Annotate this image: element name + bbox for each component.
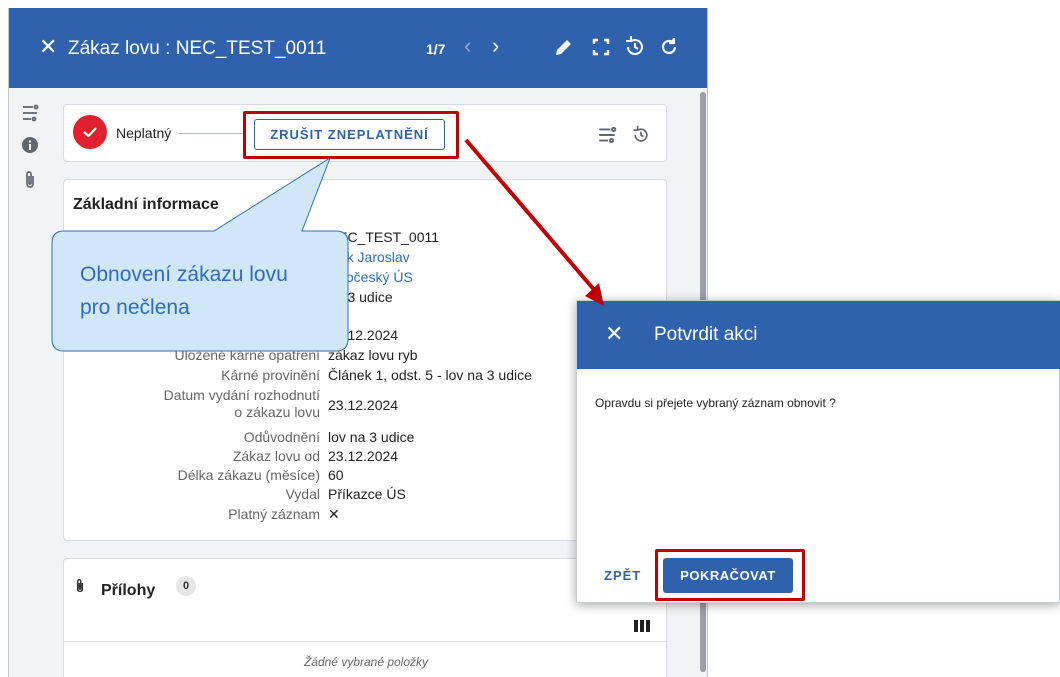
info-value: Příkazce ÚS — [328, 486, 406, 502]
info-label: Datum vydání rozhodnutí o zákazu lovu — [163, 387, 320, 420]
info-label: Délka zákazu (měsíce) — [177, 467, 320, 483]
confirm-dialog: ✕ Potvrdit akci Opravdu si přejete vybra… — [576, 300, 1060, 603]
info-value: 23.12.2024 — [328, 397, 399, 413]
callout-text: Obnovení zákazu lovu pro nečlena — [80, 258, 340, 324]
dialog-header: ✕ Potvrdit akci — [577, 301, 1060, 369]
info-label: Uložené kárné opatření — [174, 347, 320, 363]
history-icon[interactable] — [631, 125, 651, 145]
dialog-message: Opravdu si přejete vybraný záznam obnovi… — [595, 396, 836, 410]
workflow-icon[interactable] — [21, 104, 39, 122]
invalid-flag-icon: ✕ — [328, 506, 340, 522]
record-header: ✕ Zákaz lovu : NEC_TEST_0011 1/7 ‹ › — [9, 8, 707, 88]
status-indicator — [73, 115, 107, 149]
paperclip-icon[interactable] — [21, 170, 39, 188]
info-value: lov na 3 udice — [328, 429, 415, 445]
dialog-title: Potvrdit akci — [654, 324, 758, 345]
workflow-icon[interactable] — [597, 125, 617, 145]
close-icon[interactable]: ✕ — [39, 36, 57, 58]
status-connector — [178, 133, 242, 134]
side-rail — [9, 88, 49, 677]
info-label: Vydal — [285, 486, 320, 502]
close-icon[interactable]: ✕ — [605, 323, 623, 345]
callout-line: Obnovení zákazu lovu — [80, 263, 288, 286]
info-label: Zákaz lovu od — [232, 448, 320, 464]
edit-icon[interactable] — [552, 35, 576, 59]
info-icon[interactable] — [21, 136, 39, 154]
attachments-title: Přílohy — [73, 577, 155, 600]
info-label: Kárné provinění — [221, 367, 320, 383]
status-label: Neplatný — [116, 125, 172, 141]
chevron-right-icon[interactable]: › — [492, 35, 499, 57]
info-label: Platný záznam — [228, 506, 320, 522]
divider — [64, 641, 668, 642]
info-link[interactable]: Mlík Jaroslav — [328, 249, 410, 266]
screenshot-canvas: ✕ Zákaz lovu : NEC_TEST_0011 1/7 ‹ › Nep… — [0, 0, 1060, 677]
fullscreen-icon[interactable] — [589, 35, 613, 59]
info-label: Odůvodnění — [243, 429, 320, 445]
info-value: Článek 1, odst. 5 - lov na 3 udice — [328, 367, 532, 383]
info-value: 60 — [328, 467, 344, 483]
callout-line: pro nečlena — [80, 296, 190, 319]
attachments-count-badge: 0 — [176, 576, 196, 596]
info-link[interactable]: Jihočeský ÚS — [328, 269, 413, 286]
pager-label: 1/7 — [426, 41, 446, 57]
paperclip-icon — [73, 577, 89, 600]
record-title: Zákaz lovu : NEC_TEST_0011 — [68, 38, 327, 59]
history-icon[interactable] — [623, 35, 647, 59]
info-value: 23.12.2024 — [328, 448, 399, 464]
empty-state-text: Žádné vybrané položky — [303, 655, 429, 669]
refresh-icon[interactable] — [657, 35, 681, 59]
attachments-label: Přílohy — [101, 582, 156, 599]
status-card: Neplatný ZRUŠIT ZNEPLATNĚNÍ — [63, 104, 667, 162]
chevron-left-icon[interactable]: ‹ — [464, 35, 471, 57]
continue-button[interactable]: POKRAČOVAT — [663, 558, 793, 593]
section-title: Základní informace — [73, 196, 219, 213]
columns-icon[interactable] — [634, 619, 650, 632]
cancel-invalidation-button[interactable]: ZRUŠIT ZNEPLATNĚNÍ — [254, 119, 445, 150]
back-button[interactable]: ZPĚT — [604, 568, 641, 583]
info-value: 23.12.2024 — [328, 327, 399, 343]
info-value: zákaz lovu ryb — [328, 347, 418, 363]
check-icon — [83, 127, 97, 138]
info-value: NEC_TEST_0011 — [328, 229, 440, 245]
